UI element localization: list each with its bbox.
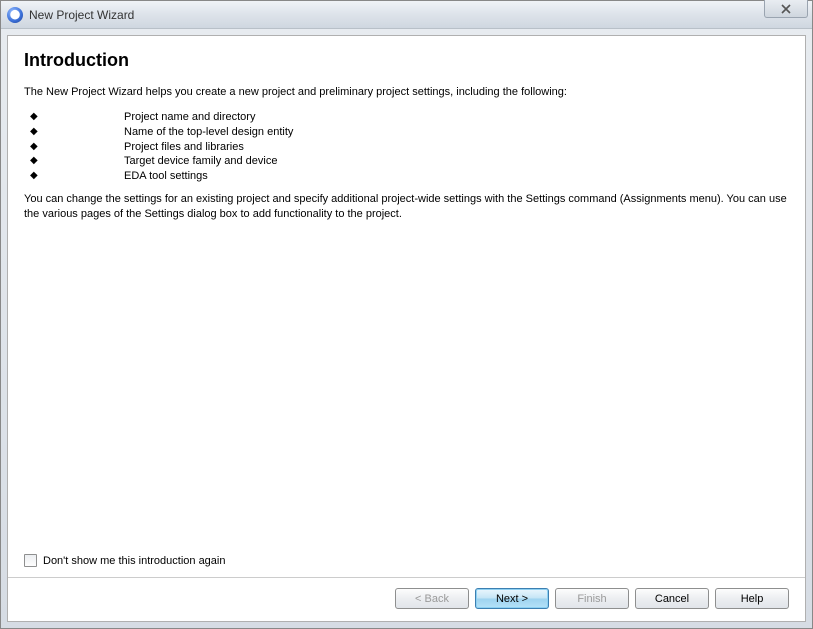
cancel-button[interactable]: Cancel bbox=[635, 588, 709, 609]
page-heading: Introduction bbox=[24, 50, 789, 71]
bullet-text: Target device family and device bbox=[124, 154, 789, 169]
bullet-icon: ◆ bbox=[24, 140, 124, 154]
finish-button: Finish bbox=[555, 588, 629, 609]
titlebar-controls bbox=[764, 0, 812, 18]
list-item: ◆ Target device family and device bbox=[24, 154, 789, 169]
bullet-icon: ◆ bbox=[24, 110, 124, 124]
spacer bbox=[24, 222, 789, 554]
app-icon: ⬤ bbox=[7, 7, 23, 23]
window-title: New Project Wizard bbox=[29, 8, 134, 22]
bullet-list: ◆ Project name and directory ◆ Name of t… bbox=[24, 110, 789, 184]
list-item: ◆ Project name and directory bbox=[24, 110, 789, 125]
button-row: < Back Next > Finish Cancel Help bbox=[24, 588, 789, 611]
bullet-text: Project files and libraries bbox=[124, 140, 789, 155]
close-button[interactable] bbox=[764, 0, 808, 18]
bullet-text: EDA tool settings bbox=[124, 169, 789, 184]
bullet-icon: ◆ bbox=[24, 154, 124, 168]
next-button[interactable]: Next > bbox=[475, 588, 549, 609]
list-item: ◆ EDA tool settings bbox=[24, 169, 789, 184]
dont-show-checkbox-row[interactable]: Don't show me this introduction again bbox=[24, 554, 789, 567]
bullet-icon: ◆ bbox=[24, 169, 124, 183]
body-text: You can change the settings for an exist… bbox=[24, 192, 789, 222]
separator bbox=[8, 577, 805, 578]
close-icon bbox=[781, 4, 791, 14]
bullet-text: Name of the top-level design entity bbox=[124, 125, 789, 140]
list-item: ◆ Name of the top-level design entity bbox=[24, 125, 789, 140]
titlebar[interactable]: ⬤ New Project Wizard bbox=[1, 1, 812, 29]
checkbox-label: Don't show me this introduction again bbox=[43, 555, 225, 567]
list-item: ◆ Project files and libraries bbox=[24, 140, 789, 155]
content-area: Introduction The New Project Wizard help… bbox=[7, 35, 806, 622]
back-button: < Back bbox=[395, 588, 469, 609]
bullet-text: Project name and directory bbox=[124, 110, 789, 125]
intro-text: The New Project Wizard helps you create … bbox=[24, 85, 789, 100]
bullet-icon: ◆ bbox=[24, 125, 124, 139]
help-button[interactable]: Help bbox=[715, 588, 789, 609]
dont-show-checkbox[interactable] bbox=[24, 554, 37, 567]
wizard-window: ⬤ New Project Wizard Introduction The Ne… bbox=[0, 0, 813, 629]
